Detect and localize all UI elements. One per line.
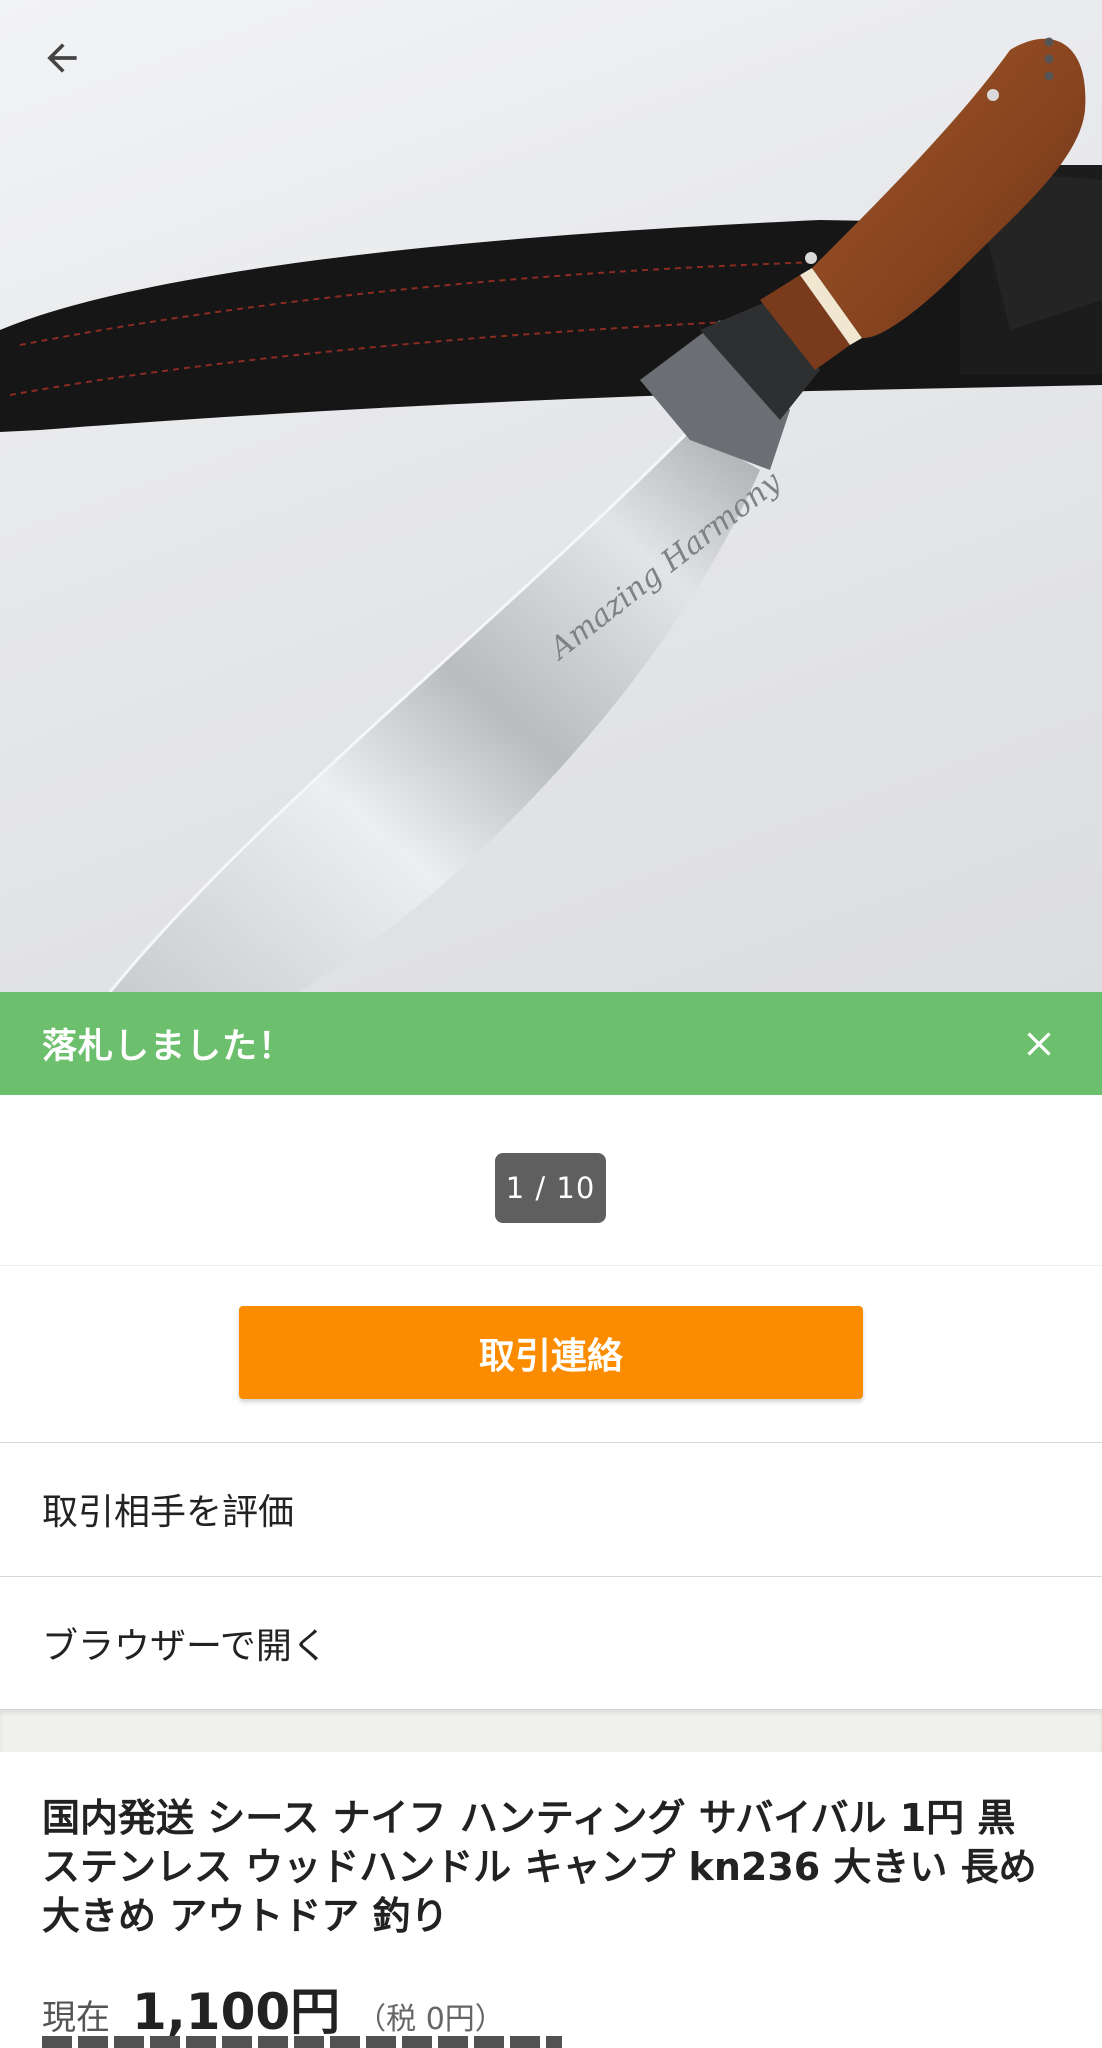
image-counter: 1 / 10	[495, 1153, 606, 1223]
more-options-button[interactable]	[1042, 36, 1082, 102]
tax-amount: （税 0円）	[356, 2002, 505, 2037]
price-label: 現在	[42, 1998, 110, 2038]
transaction-contact-button[interactable]: 取引連絡	[239, 1306, 863, 1399]
section-divider	[0, 1709, 1102, 1752]
product-photo[interactable]: Amazing Harmony	[0, 0, 1102, 992]
back-button[interactable]	[40, 36, 106, 102]
rate-partner-item[interactable]: 取引相手を評価	[0, 1442, 1102, 1574]
close-icon	[1027, 1031, 1051, 1056]
knife-illustration: Amazing Harmony	[0, 38, 1102, 992]
truncated-line	[42, 2036, 562, 2048]
open-in-browser-item[interactable]: ブラウザーで開く	[0, 1576, 1102, 1708]
back-arrow-icon	[47, 43, 77, 73]
price-row: 現在 1,100円 （税 0円）	[42, 1972, 505, 2041]
more-vert-icon	[1044, 37, 1054, 81]
current-price: 1,100円	[132, 1983, 341, 2041]
banner-text: 落札しました！	[42, 1027, 295, 1067]
item-title: 国内発送 シース ナイフ ハンティング サバイバル 1円 黒 ステンレス ウッド…	[42, 1796, 1037, 1938]
image-counter-area: 1 / 10	[0, 1095, 1102, 1266]
won-banner: 落札しました！	[0, 992, 1102, 1095]
banner-close-button[interactable]	[1016, 1021, 1062, 1067]
